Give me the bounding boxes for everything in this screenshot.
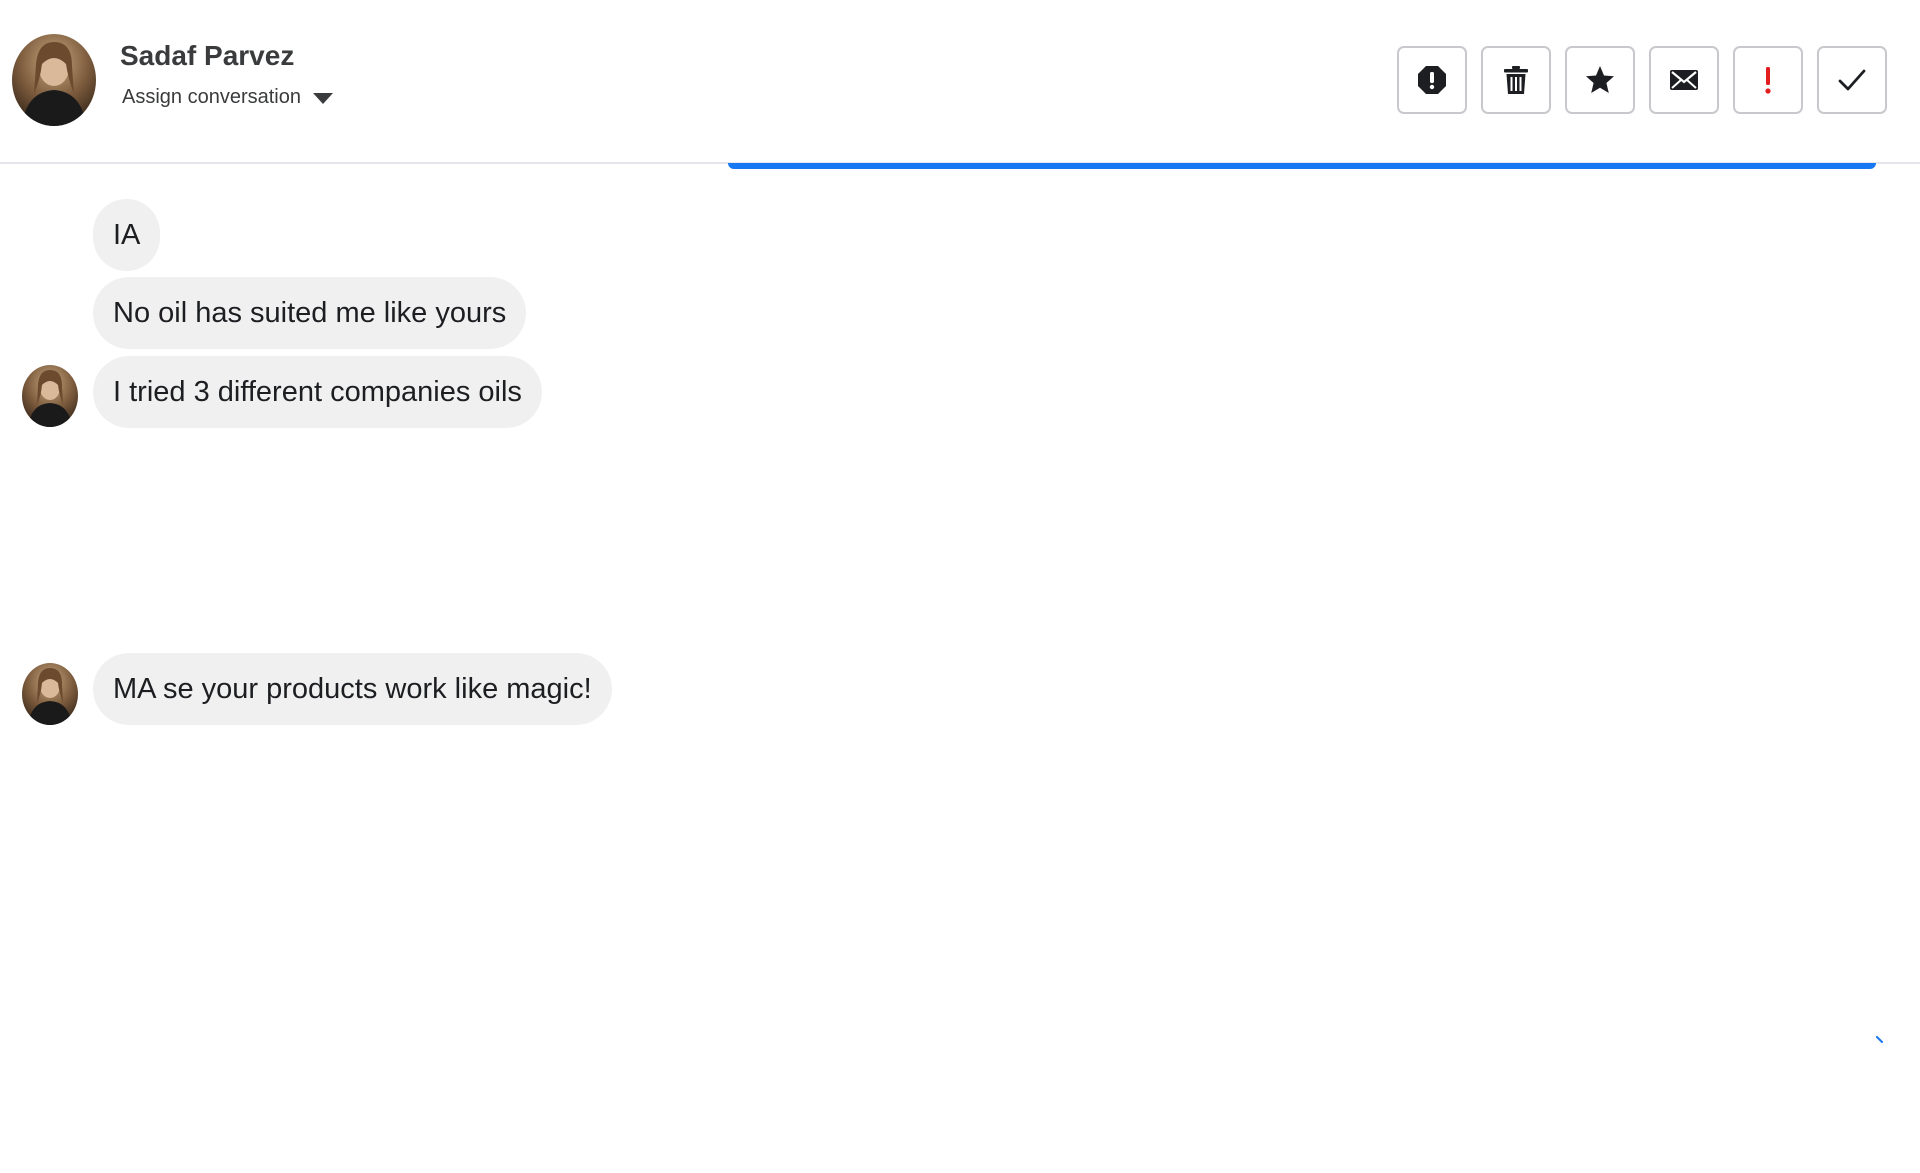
conversation-toolbar: [1397, 46, 1887, 114]
mark-done-button[interactable]: [1817, 46, 1887, 114]
loading-indicator-icon: [1876, 1036, 1883, 1043]
report-icon: [1418, 66, 1446, 94]
conversation-header: Sadaf Parvez Assign conversation: [0, 0, 1920, 164]
mark-unread-button[interactable]: [1649, 46, 1719, 114]
sender-avatar[interactable]: [22, 663, 78, 725]
message-bubble[interactable]: No oil has suited me like yours: [93, 277, 527, 349]
delete-button[interactable]: [1481, 46, 1551, 114]
mail-icon: [1670, 70, 1698, 90]
assign-conversation-label: Assign conversation: [122, 86, 301, 108]
assign-conversation-dropdown[interactable]: Assign conversation: [122, 86, 333, 109]
sender-avatar[interactable]: [22, 365, 78, 427]
report-button[interactable]: [1397, 46, 1467, 114]
trash-icon: [1504, 66, 1528, 94]
message-bubble[interactable]: IA: [93, 199, 161, 271]
check-icon: [1838, 69, 1866, 91]
contact-avatar[interactable]: [12, 34, 96, 126]
loading-progress-bar: [728, 163, 1876, 169]
message-bubble[interactable]: MA se your products work like magic!: [93, 653, 612, 725]
caret-down-icon: [312, 93, 333, 104]
exclamation-icon: [1765, 67, 1771, 94]
message-bubble[interactable]: I tried 3 different companies oils: [93, 356, 542, 428]
star-button[interactable]: [1565, 46, 1635, 114]
priority-button[interactable]: [1733, 46, 1803, 114]
contact-name: Sadaf Parvez: [120, 40, 295, 71]
star-icon: [1586, 66, 1614, 93]
